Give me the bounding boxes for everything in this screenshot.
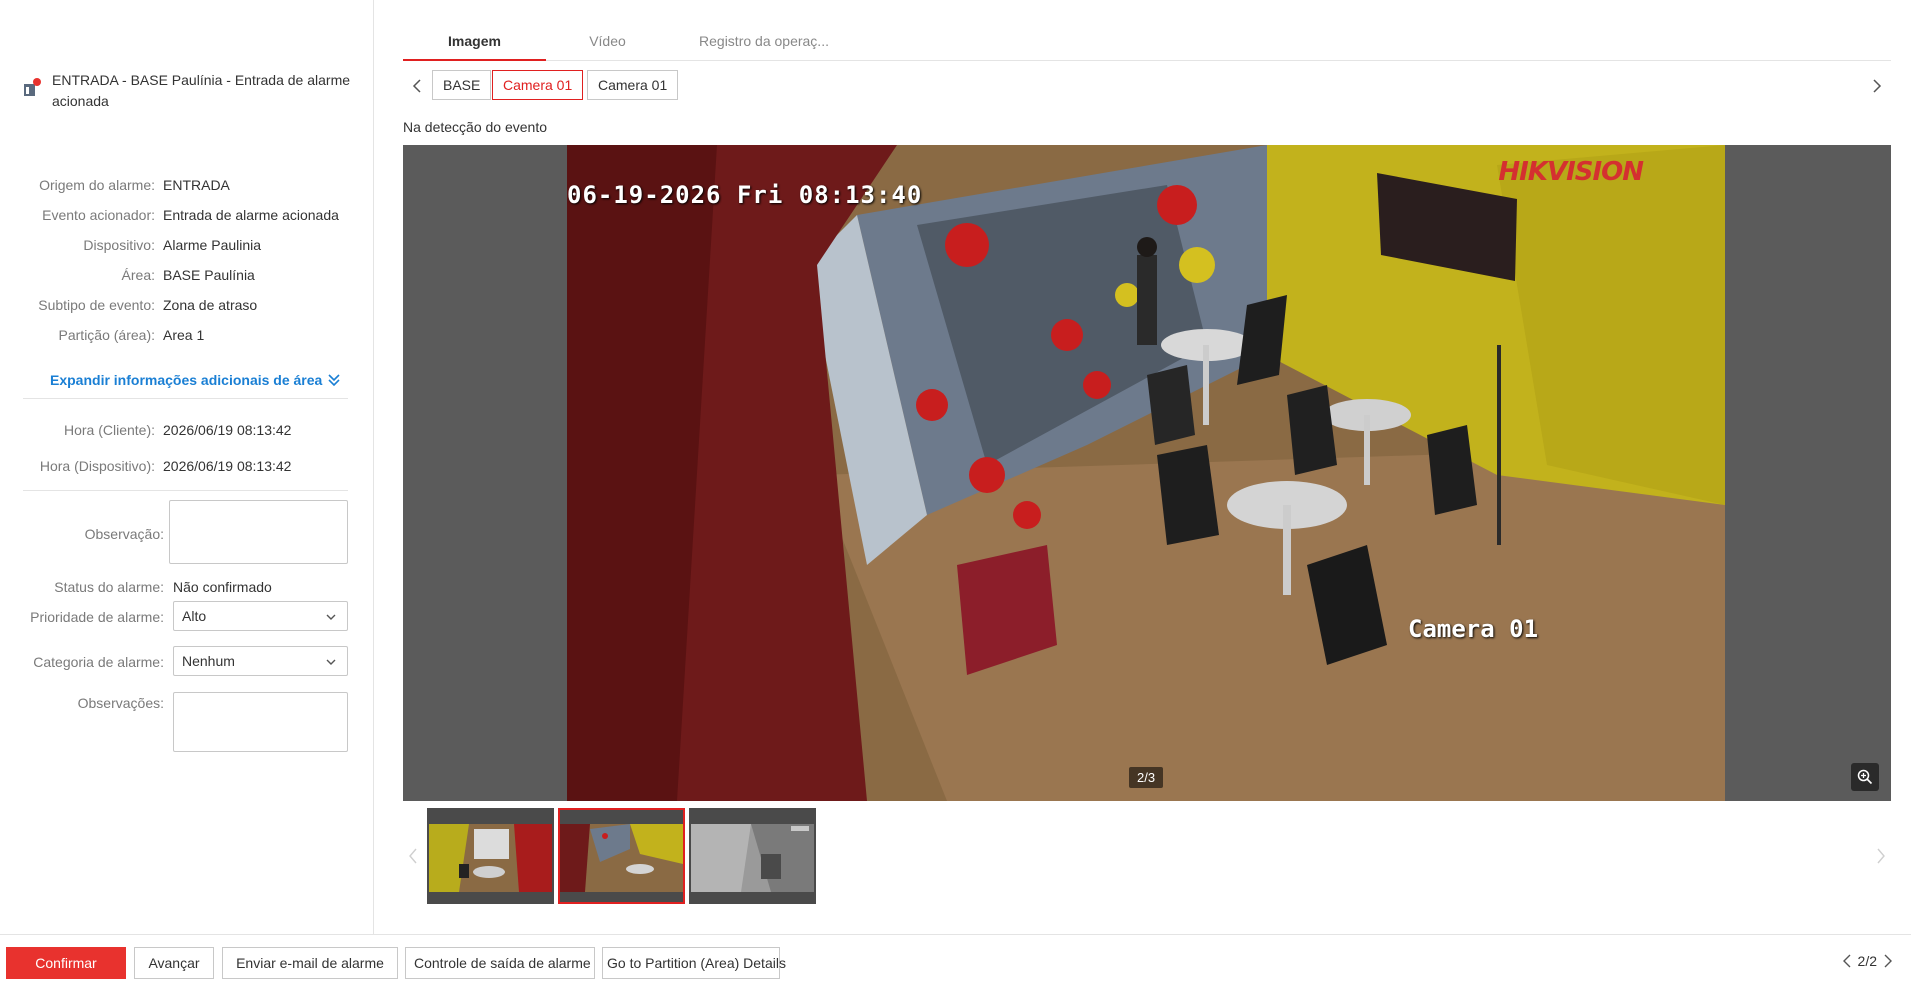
- info-value: Area 1: [163, 327, 205, 343]
- chevron-left-icon: [412, 79, 421, 93]
- info-label: Subtipo de evento:: [38, 297, 155, 313]
- info-row-origem: Origem do alarme: ENTRADA: [0, 170, 374, 200]
- chevron-left-icon[interactable]: [1842, 954, 1852, 968]
- thumb-prev-button[interactable]: [403, 846, 423, 866]
- osd-camera-name: Camera 01: [1408, 615, 1539, 643]
- info-row-area: Área: BASE Paulínia: [0, 260, 374, 290]
- tab-imagem[interactable]: Imagem: [403, 24, 546, 61]
- confirm-button[interactable]: Confirmar: [6, 947, 126, 979]
- chevron-right-icon[interactable]: [1883, 954, 1893, 968]
- camera-btn-base[interactable]: BASE: [432, 70, 492, 100]
- info-row-subtipo: Subtipo de evento: Zona de atraso: [0, 290, 374, 320]
- status-label: Status do alarme:: [54, 579, 164, 595]
- time-row-dispositivo: Hora (Dispositivo): 2026/06/19 08:13:42: [0, 448, 374, 484]
- camera-btn-camera01[interactable]: Camera 01: [587, 70, 679, 100]
- zoom-in-icon: [1857, 769, 1873, 785]
- time-list: Hora (Cliente): 2026/06/19 08:13:42 Hora…: [0, 412, 374, 484]
- time-value: 2026/06/19 08:13:42: [163, 422, 292, 438]
- tab-video[interactable]: Vídeo: [546, 24, 669, 61]
- divider: [23, 398, 348, 399]
- alarm-title: ENTRADA - BASE Paulínia - Entrada de ala…: [22, 70, 352, 112]
- camera-nav: BASE Camera 01 Camera 01: [403, 70, 1891, 102]
- camera-snapshot: 06-19-2026 Fri 08:13:40 HIKVISION Camera…: [567, 145, 1725, 801]
- info-value: BASE Paulínia: [163, 267, 255, 283]
- info-label: Área:: [121, 267, 155, 283]
- status-value: Não confirmado: [173, 579, 272, 595]
- priority-select[interactable]: Alto: [173, 601, 348, 631]
- pager-text: 2/2: [1857, 953, 1877, 969]
- action-footer: Confirmar Avançar Enviar e-mail de alarm…: [0, 934, 1911, 982]
- priority-select-value: Alto: [182, 608, 207, 624]
- chevron-left-icon: [409, 848, 417, 864]
- observacoes-input[interactable]: [173, 692, 348, 752]
- thumb-next-button[interactable]: [1871, 846, 1891, 866]
- priority-label: Prioridade de alarme:: [30, 609, 164, 625]
- info-value: Entrada de alarme acionada: [163, 207, 339, 223]
- double-chevron-down-icon: [328, 374, 340, 387]
- chevron-right-icon: [1873, 79, 1882, 93]
- info-row-particao: Partição (área): Area 1: [0, 320, 374, 350]
- image-viewer: 06-19-2026 Fri 08:13:40 HIKVISION Camera…: [403, 145, 1891, 801]
- tab-registro[interactable]: Registro da operaç...: [669, 24, 859, 61]
- time-label: Hora (Cliente):: [63, 422, 155, 438]
- osd-timestamp: 06-19-2026 Fri 08:13:40: [567, 181, 923, 209]
- alarm-title-text: ENTRADA - BASE Paulínia - Entrada de ala…: [52, 72, 351, 109]
- info-value: Alarme Paulinia: [163, 237, 262, 253]
- snapshot-image: [567, 145, 1725, 801]
- observacao-label: Observação:: [84, 526, 164, 542]
- info-row-evento: Evento acionador: Entrada de alarme acio…: [0, 200, 374, 230]
- info-value: Zona de atraso: [163, 297, 258, 313]
- thumbnail-image: [691, 824, 814, 892]
- detection-label: Na detecção do evento: [403, 119, 547, 135]
- alarm-detail-panel: ENTRADA - BASE Paulínia - Entrada de ala…: [0, 0, 374, 934]
- advance-button[interactable]: Avançar: [134, 947, 214, 979]
- media-tabs: Imagem Vídeo Registro da operaç...: [403, 24, 1891, 61]
- time-label: Hora (Dispositivo):: [39, 458, 155, 474]
- time-value: 2026/06/19 08:13:42: [163, 458, 292, 474]
- alarm-info-list: Origem do alarme: ENTRADA Evento acionad…: [0, 170, 374, 350]
- thumbnail-image: [429, 824, 552, 892]
- thumbnail-3[interactable]: [689, 808, 816, 904]
- thumbnail-image: [560, 824, 683, 892]
- send-email-button[interactable]: Enviar e-mail de alarme: [222, 947, 398, 979]
- info-label: Partição (área):: [58, 327, 155, 343]
- info-label: Dispositivo:: [83, 237, 155, 253]
- observacao-input[interactable]: [169, 500, 348, 564]
- partition-details-button[interactable]: Go to Partition (Area) Details: [602, 947, 786, 979]
- category-select-value: Nenhum: [182, 653, 235, 669]
- expand-area-info-label: Expandir informações adicionais de área: [50, 372, 323, 388]
- info-label: Evento acionador:: [42, 207, 155, 223]
- thumbnail-2-active[interactable]: [558, 808, 685, 904]
- time-row-cliente: Hora (Cliente): 2026/06/19 08:13:42: [0, 412, 374, 448]
- info-row-dispositivo: Dispositivo: Alarme Paulinia: [0, 230, 374, 260]
- divider: [23, 490, 348, 491]
- zoom-button[interactable]: [1851, 763, 1879, 791]
- thumbnail-1[interactable]: [427, 808, 554, 904]
- camera-next-button[interactable]: [1867, 76, 1887, 96]
- chevron-right-icon: [1877, 848, 1885, 864]
- observacoes-label: Observações:: [77, 695, 164, 711]
- info-value: ENTRADA: [163, 177, 230, 193]
- chevron-down-icon: [326, 659, 336, 665]
- expand-area-info-link[interactable]: Expandir informações adicionais de área: [50, 372, 341, 388]
- alarm-input-icon: [22, 78, 42, 98]
- camera-btn-camera01-active[interactable]: Camera 01: [492, 70, 584, 100]
- camera-prev-button[interactable]: [407, 76, 427, 96]
- thumbnail-strip: [403, 808, 1891, 904]
- alarm-output-control-button[interactable]: Controle de saída de alarme: [405, 947, 595, 979]
- category-label: Categoria de alarme:: [33, 654, 164, 670]
- chevron-down-icon: [326, 614, 336, 620]
- osd-brand-logo: HIKVISION: [1498, 157, 1644, 187]
- info-label: Origem do alarme:: [39, 177, 155, 193]
- image-page-indicator: 2/3: [1129, 767, 1164, 788]
- category-select[interactable]: Nenhum: [173, 646, 348, 676]
- alarm-pager: 2/2: [1842, 953, 1893, 969]
